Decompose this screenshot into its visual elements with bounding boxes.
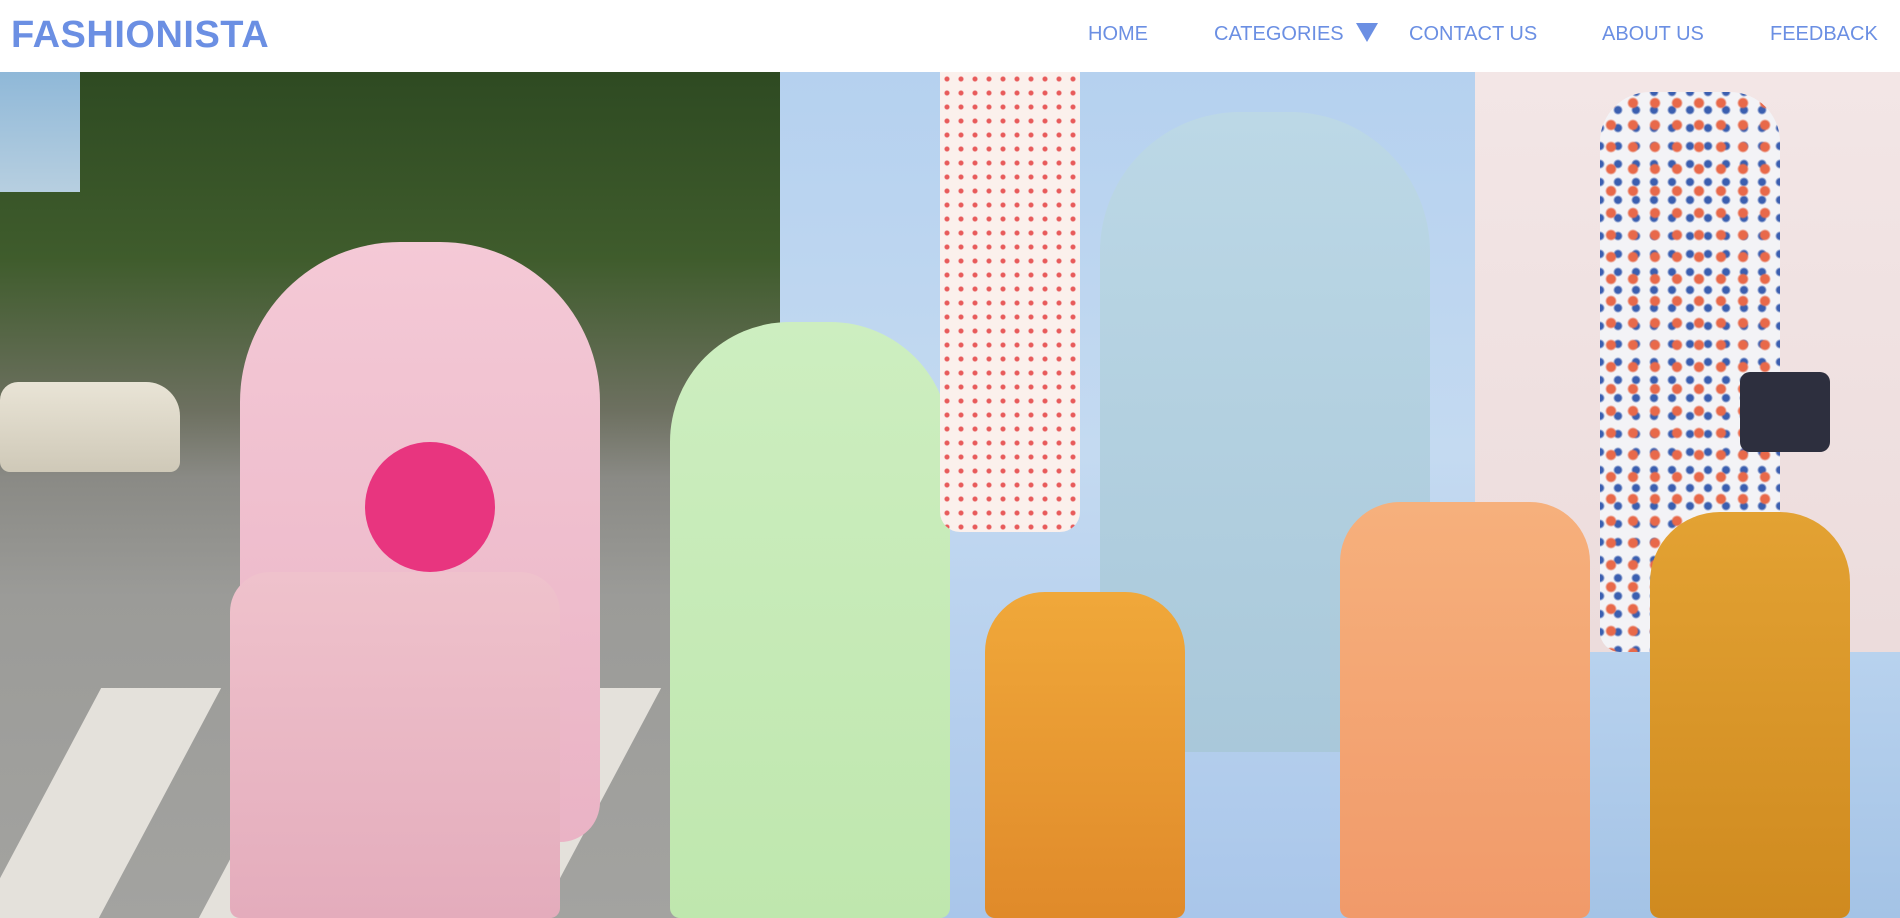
model-polka-dot-dress	[940, 72, 1080, 532]
nav-link-categories-label: CATEGORIES	[1214, 23, 1344, 45]
model-mustard-jumpsuit	[1650, 512, 1850, 918]
hero-image-collage	[0, 72, 1900, 918]
brand-logo[interactable]: FASHIONISTA	[11, 14, 269, 57]
nav-link-home[interactable]: HOME	[1088, 23, 1148, 46]
nav-link-about-us[interactable]: ABOUT US	[1602, 23, 1704, 46]
model-mint-suit	[670, 322, 950, 918]
nav-link-contact-us[interactable]: CONTACT US	[1409, 23, 1537, 46]
model-floral-jumpsuit	[985, 592, 1185, 918]
car-image	[0, 382, 180, 472]
pink-clutch-bag	[365, 442, 495, 572]
caret-down-icon[interactable]	[1355, 23, 1378, 42]
navbar: FASHIONISTA HOME CATEGORIES CONTACT US A…	[0, 0, 1900, 72]
nav-link-categories[interactable]: CATEGORIES	[1214, 23, 1378, 46]
black-bucket-bag	[1740, 372, 1830, 452]
model-paisley-jumpsuit	[1340, 502, 1590, 918]
nav-link-feedback[interactable]: FEEDBACK	[1770, 23, 1878, 46]
model-pink-pants	[230, 572, 560, 918]
